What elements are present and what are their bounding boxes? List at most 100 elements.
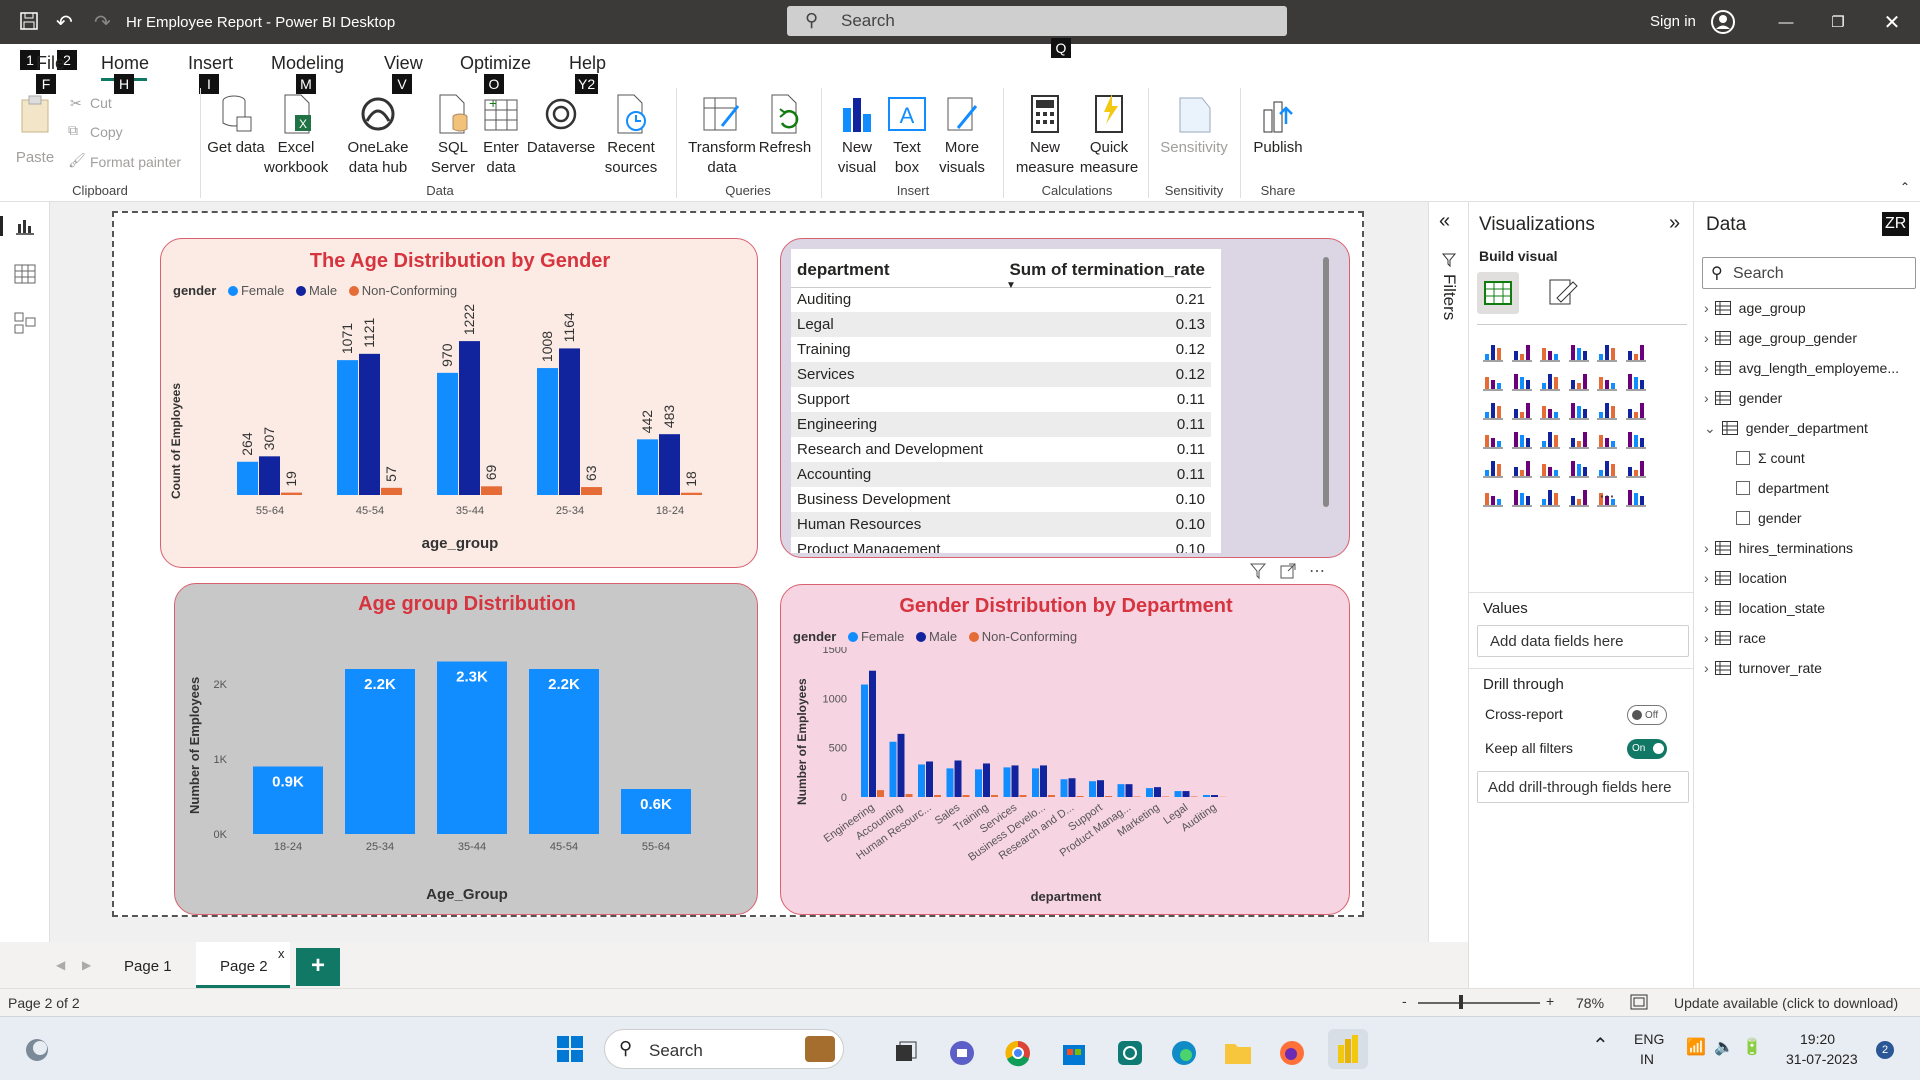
table-hires_terminations[interactable]: › hires_terminations xyxy=(1704,540,1853,556)
slicer-visual-icon[interactable] xyxy=(1508,453,1536,481)
expand-chevron-icon[interactable]: › xyxy=(1704,630,1709,646)
scroll-left-icon[interactable]: ◀ xyxy=(56,958,65,972)
update-available-link[interactable]: Update available (click to download) xyxy=(1674,995,1898,1011)
gender-department-visual[interactable]: Gender Distribution by Department gender… xyxy=(780,584,1350,915)
new-measure-button[interactable]: New measure xyxy=(1012,92,1078,178)
clustered-column-visual-icon[interactable] xyxy=(1565,337,1593,365)
expand-chevron-icon[interactable]: › xyxy=(1704,660,1709,676)
map-visual-icon[interactable] xyxy=(1479,424,1507,452)
field-department[interactable]: department xyxy=(1736,480,1829,496)
page-tab-1[interactable]: Page 1 xyxy=(124,958,172,975)
qa-visual-icon[interactable] xyxy=(1536,482,1564,510)
field-count[interactable]: Σ count xyxy=(1736,450,1805,466)
format-painter-button[interactable]: Format painter xyxy=(90,154,181,170)
more-options-icon[interactable]: ⋯ xyxy=(1309,561,1325,581)
table-row[interactable]: Training 0.12 xyxy=(791,337,1211,362)
card-visual-icon[interactable] xyxy=(1593,424,1621,452)
firefox-icon[interactable] xyxy=(1272,1033,1312,1073)
pie-visual-icon[interactable] xyxy=(1565,395,1593,423)
kpi-visual-icon[interactable] xyxy=(1479,453,1507,481)
table-row[interactable]: Business Development 0.10 xyxy=(791,487,1211,512)
table-row[interactable]: Research and Development 0.11 xyxy=(791,437,1211,462)
taskbar-search[interactable]: ⚲ Search xyxy=(604,1029,844,1069)
edge-icon[interactable] xyxy=(1164,1033,1204,1073)
more-visuals-button[interactable]: More visuals xyxy=(930,92,994,178)
text-box-button[interactable]: A Text box xyxy=(884,92,930,178)
sign-in-link[interactable]: Sign in xyxy=(1650,13,1696,30)
chrome-icon[interactable] xyxy=(998,1033,1038,1073)
tab-help[interactable]: Help xyxy=(569,53,606,74)
table-row[interactable]: Engineering 0.11 xyxy=(791,412,1211,437)
expand-chevron-icon[interactable]: › xyxy=(1704,570,1709,586)
stacked-column-visual-icon[interactable] xyxy=(1508,337,1536,365)
stacked-bar-visual-icon[interactable] xyxy=(1479,337,1507,365)
tab-optimize[interactable]: Optimize xyxy=(460,53,531,74)
legend-item-female[interactable]: Female xyxy=(241,283,284,298)
gauge-visual-icon[interactable] xyxy=(1565,424,1593,452)
azure-map-visual-icon[interactable] xyxy=(1536,424,1564,452)
zoom-out-icon[interactable]: - xyxy=(1402,993,1407,1009)
col-header-department[interactable]: department xyxy=(791,249,996,287)
notification-badge[interactable]: 2 xyxy=(1876,1041,1894,1059)
expand-filters-icon[interactable]: « xyxy=(1439,210,1450,233)
tab-view[interactable]: View xyxy=(384,53,423,74)
treemap-visual-icon[interactable] xyxy=(1622,395,1650,423)
get-data-button[interactable]: Get data xyxy=(206,92,266,158)
filled-map-visual-icon[interactable] xyxy=(1508,424,1536,452)
col-header-termination-rate[interactable]: Sum of termination_rate ▼ xyxy=(996,249,1211,291)
collapse-chevron-icon[interactable]: ⌄ xyxy=(1704,420,1716,436)
100-column-visual-icon[interactable] xyxy=(1622,337,1650,365)
undo-icon[interactable]: ↶ xyxy=(56,10,73,35)
table-age_group_gender[interactable]: › age_group_gender xyxy=(1704,330,1857,346)
teams-icon[interactable] xyxy=(942,1033,982,1073)
field-gender[interactable]: gender xyxy=(1736,510,1802,526)
cross-report-toggle[interactable]: Off xyxy=(1627,705,1667,725)
ribbon-visual-icon[interactable] xyxy=(1622,366,1650,394)
donut-visual-icon[interactable] xyxy=(1593,395,1621,423)
key-influencers-visual-icon[interactable] xyxy=(1479,482,1507,510)
powerbi-taskbar-icon[interactable] xyxy=(1328,1029,1368,1069)
tab-file[interactable]: File xyxy=(36,53,65,74)
windows-start-icon[interactable] xyxy=(556,1035,584,1063)
data-search-input[interactable]: ⚲ Search xyxy=(1702,257,1916,289)
legend-item-nonconforming[interactable]: Non-Conforming xyxy=(982,629,1077,644)
zoom-slider-thumb[interactable] xyxy=(1459,995,1463,1009)
file-explorer-icon[interactable] xyxy=(1218,1033,1258,1073)
tab-insert[interactable]: Insert xyxy=(188,53,233,74)
close-tab-icon[interactable]: x xyxy=(278,946,285,961)
line-stacked-visual-icon[interactable] xyxy=(1593,366,1621,394)
table-gender[interactable]: › gender xyxy=(1704,390,1782,406)
age-group-visual[interactable]: Age group Distribution Number of Employe… xyxy=(174,583,758,915)
keep-filters-toggle[interactable]: On xyxy=(1627,739,1667,759)
page-tab-2[interactable]: Page 2 xyxy=(196,942,290,988)
area-visual-icon[interactable] xyxy=(1508,366,1536,394)
wifi-icon[interactable]: 📶 xyxy=(1686,1037,1706,1057)
dataverse-button[interactable]: Dataverse xyxy=(526,92,596,158)
table-age_group[interactable]: › age_group xyxy=(1704,300,1806,316)
table-row[interactable]: Auditing 0.21 xyxy=(791,287,1211,312)
line-visual-icon[interactable] xyxy=(1479,366,1507,394)
table-row[interactable]: Product Management 0.10 xyxy=(791,537,1211,553)
zoom-in-icon[interactable]: + xyxy=(1546,993,1554,1009)
excel-workbook-button[interactable]: X Excel workbook xyxy=(264,92,328,178)
table-scrollbar[interactable] xyxy=(1323,257,1329,507)
legend-item-male[interactable]: Male xyxy=(929,629,957,644)
table-row[interactable]: Human Resources 0.10 xyxy=(791,512,1211,537)
clustered-bar-visual-icon[interactable] xyxy=(1536,337,1564,365)
smart-narrative-visual-icon[interactable] xyxy=(1565,482,1593,510)
filters-label[interactable]: Filters xyxy=(1439,274,1459,320)
table-row[interactable]: Services 0.12 xyxy=(791,362,1211,387)
language-indicator[interactable]: ENG xyxy=(1634,1031,1664,1047)
clock-time[interactable]: 19:20 xyxy=(1800,1031,1835,1047)
values-drop-zone[interactable]: Add data fields here xyxy=(1477,625,1689,657)
expand-chevron-icon[interactable]: › xyxy=(1704,360,1709,376)
expand-chevron-icon[interactable]: › xyxy=(1704,390,1709,406)
table-row[interactable]: Accounting 0.11 xyxy=(791,462,1211,487)
expand-chevron-icon[interactable]: › xyxy=(1704,540,1709,556)
region-indicator[interactable]: IN xyxy=(1640,1051,1654,1067)
zoom-slider[interactable] xyxy=(1418,1002,1540,1004)
legend-item-male[interactable]: Male xyxy=(309,283,337,298)
multi-row-card-visual-icon[interactable] xyxy=(1622,424,1650,452)
line-column-visual-icon[interactable] xyxy=(1565,366,1593,394)
expand-chevron-icon[interactable]: › xyxy=(1704,330,1709,346)
